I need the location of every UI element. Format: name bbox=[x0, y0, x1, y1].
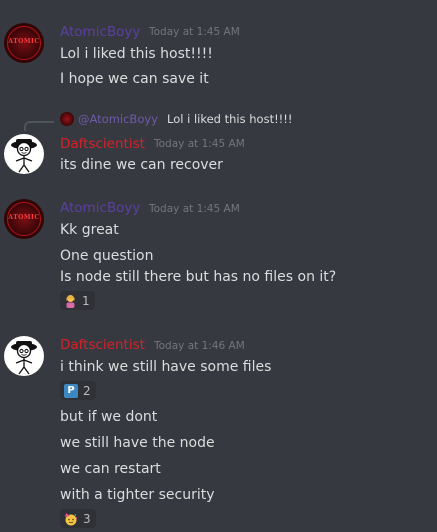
message-text: Kk great bbox=[60, 222, 119, 238]
reaction-count: 2 bbox=[83, 383, 91, 398]
message-text: Is node still there but has no files on … bbox=[60, 269, 337, 285]
message-text: One question bbox=[60, 248, 154, 264]
avatar-logo-text: ATOMIC bbox=[8, 214, 40, 221]
message-text: Lol i liked this host!!!! bbox=[60, 46, 213, 62]
username[interactable]: AtomicBoyy bbox=[60, 200, 140, 216]
avatar[interactable]: ATOMIC bbox=[4, 23, 44, 63]
message-text: but if we dont bbox=[60, 409, 158, 425]
reaction-count: 3 bbox=[83, 511, 91, 526]
reply-mention[interactable]: @AtomicBoyy bbox=[78, 112, 158, 126]
avatar-logo-text: ATOMIC bbox=[8, 38, 40, 45]
p-button-emoji-icon: P bbox=[64, 383, 78, 398]
reply-connector bbox=[24, 121, 54, 131]
reply-avatar bbox=[60, 112, 74, 126]
reaction-button[interactable]: 3 bbox=[60, 509, 96, 528]
message-text: we can restart bbox=[60, 461, 161, 477]
username[interactable]: Daftscientist bbox=[60, 337, 145, 353]
message-text: we still have the node bbox=[60, 435, 215, 451]
message-text: i think we still have some files bbox=[60, 359, 272, 375]
avatar[interactable]: ATOMIC bbox=[4, 199, 44, 239]
partying-face-emoji-icon bbox=[65, 512, 78, 525]
stick-figure-icon bbox=[11, 341, 37, 375]
username[interactable]: AtomicBoyy bbox=[60, 24, 140, 40]
message-text: its dine we can recover bbox=[60, 157, 223, 173]
username[interactable]: Daftscientist bbox=[60, 136, 145, 152]
message-text: with a tighter security bbox=[60, 487, 215, 503]
message-text: I hope we can save it bbox=[60, 71, 209, 87]
avatar[interactable] bbox=[4, 134, 44, 174]
timestamp: Today at 1:46 AM bbox=[154, 340, 245, 352]
chat-messages: ATOMIC AtomicBoyy Today at 1:45 AM Lol i… bbox=[0, 0, 437, 532]
timestamp: Today at 1:45 AM bbox=[154, 138, 245, 150]
reaction-count: 1 bbox=[82, 293, 90, 308]
reaction-button[interactable]: P 2 bbox=[60, 381, 96, 400]
reaction-button[interactable]: 1 bbox=[60, 291, 95, 310]
reply-text[interactable]: Lol i liked this host!!!! bbox=[167, 112, 293, 126]
person-tipping-hand-emoji-icon bbox=[66, 294, 75, 308]
avatar[interactable] bbox=[4, 336, 44, 376]
timestamp: Today at 1:45 AM bbox=[149, 203, 240, 215]
timestamp: Today at 1:45 AM bbox=[149, 26, 240, 38]
stick-figure-icon bbox=[11, 139, 37, 173]
